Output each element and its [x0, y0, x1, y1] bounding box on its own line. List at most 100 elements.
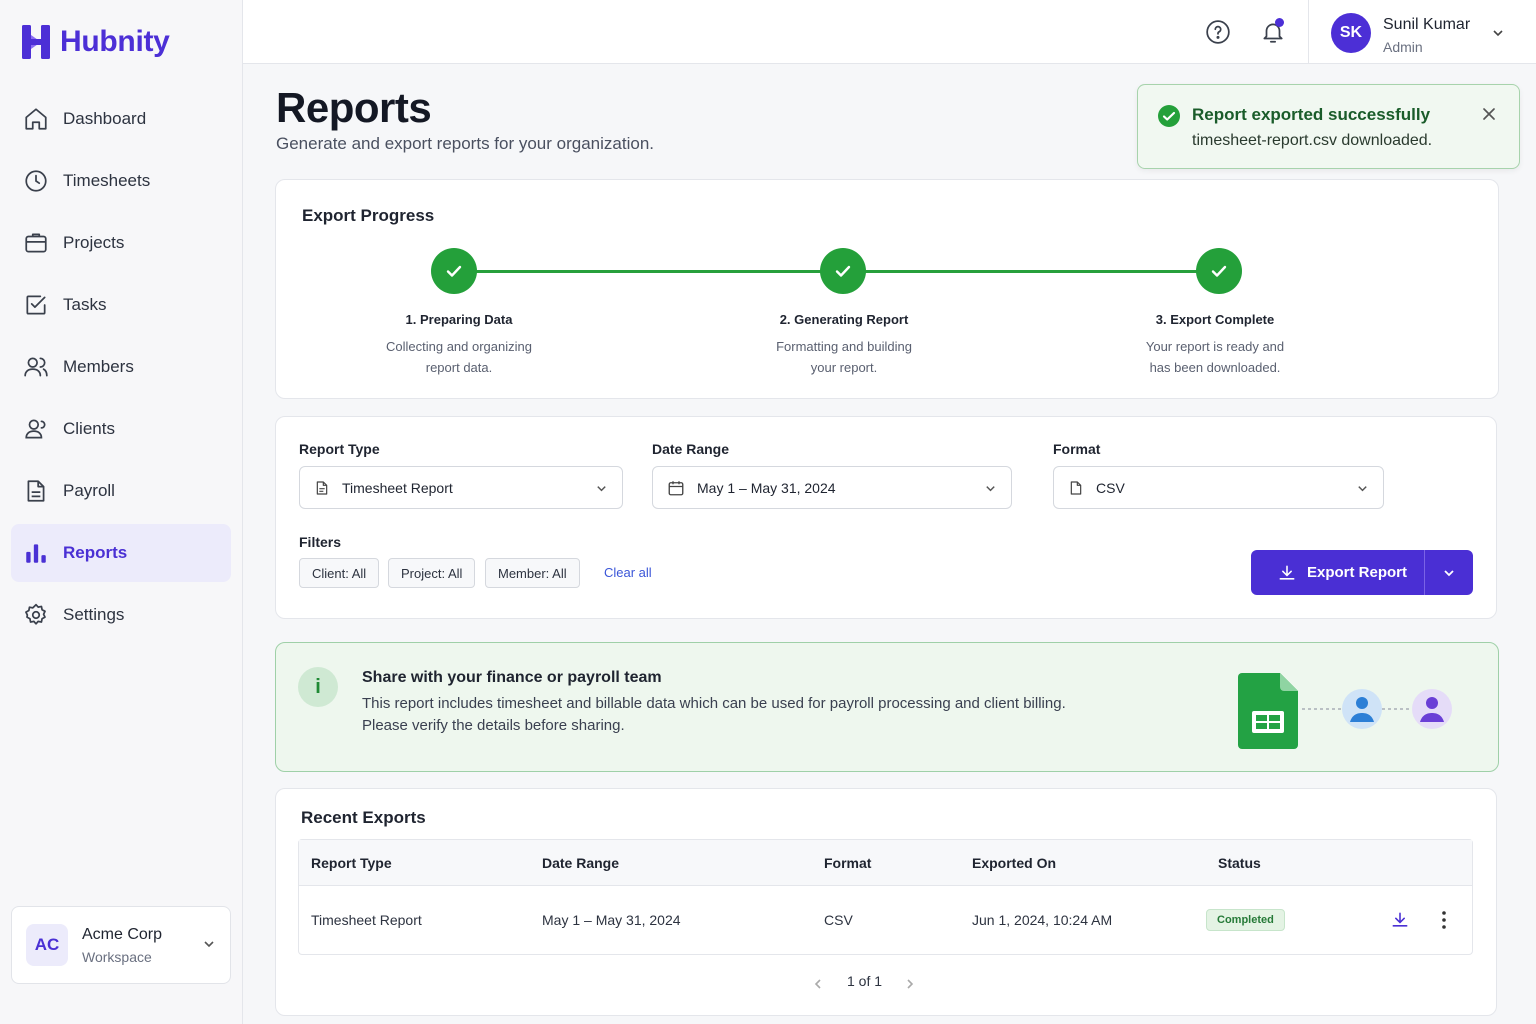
report-options-card: Report Type Timesheet Report Date Range …	[275, 416, 1497, 619]
step-complete-indicator	[1196, 248, 1242, 294]
table-row[interactable]: Timesheet Report May 1 – May 31, 2024 CS…	[299, 886, 1472, 954]
sidebar-item-timesheets[interactable]: Timesheets	[11, 152, 231, 210]
date-range-label: Date Range	[652, 441, 730, 457]
chevron-down-icon	[204, 941, 214, 948]
cell-date-range: May 1 – May 31, 2024	[542, 912, 681, 928]
filter-chip-client[interactable]: Client: All	[299, 558, 380, 588]
report-type-select[interactable]: Timesheet Report	[299, 466, 623, 509]
step-description-line: has been downloaded.	[1149, 360, 1281, 375]
check-circle-icon	[1158, 105, 1180, 127]
brand-name: Hubnity	[60, 25, 170, 58]
sidebar-item-reports[interactable]: Reports	[11, 524, 231, 582]
recent-exports-card: Recent Exports Report Type Date Range Fo…	[275, 788, 1497, 1016]
cell-format: CSV	[824, 912, 853, 928]
user-name[interactable]: Sunil Kumar	[1383, 16, 1470, 34]
column-header[interactable]: Format	[824, 840, 871, 885]
column-header[interactable]: Date Range	[542, 840, 619, 885]
page-subtitle: Generate and export reports for your org…	[276, 134, 654, 153]
sidebar-item-tasks[interactable]: Tasks	[11, 276, 231, 334]
workspace-type: Workspace	[82, 948, 152, 965]
recent-exports-title: Recent Exports	[301, 808, 426, 827]
sidebar-item-label: Clients	[63, 419, 115, 438]
more-vertical-icon	[1442, 911, 1446, 929]
filter-chip-member[interactable]: Member: All	[485, 558, 580, 588]
sidebar-item-label: Dashboard	[63, 109, 147, 128]
help-icon[interactable]	[1205, 19, 1231, 45]
step-description-line: your report.	[810, 360, 878, 375]
sidebar-item-settings[interactable]: Settings	[11, 586, 231, 644]
step-description-line: Collecting and organizing	[386, 339, 532, 354]
export-report-button[interactable]: Export Report	[1251, 550, 1424, 595]
info-icon: i	[298, 667, 338, 707]
toast-message: timesheet-report.csv downloaded.	[1192, 132, 1433, 149]
step-label: 3. Export Complete	[1155, 312, 1275, 327]
step-label: 2. Generating Report	[779, 312, 909, 327]
workspace-avatar: AC	[26, 924, 68, 966]
download-icon	[1279, 565, 1295, 580]
progress-connector	[864, 270, 1218, 273]
users-icon	[24, 357, 48, 377]
clock-icon	[25, 170, 47, 192]
step-description: Collecting and organizing report data.	[359, 336, 559, 378]
brand-logo[interactable]: Hubnity	[22, 25, 170, 59]
format-select[interactable]: CSV	[1053, 466, 1384, 509]
chevron-down-icon[interactable]	[1491, 26, 1505, 40]
document-icon	[316, 480, 328, 495]
sidebar-item-label: Members	[63, 357, 134, 376]
file-icon	[1070, 480, 1082, 495]
column-header[interactable]: Status	[1218, 840, 1261, 885]
export-report-label: Export Report	[1307, 564, 1408, 581]
sidebar-item-payroll[interactable]: Payroll	[11, 462, 231, 520]
status-badge: Completed	[1206, 909, 1285, 931]
column-header[interactable]: Report Type	[311, 840, 392, 885]
export-options-button[interactable]	[1425, 550, 1473, 595]
step-description-line: Your report is ready and	[1145, 339, 1285, 354]
page-title: Reports	[276, 84, 432, 131]
workspace-switcher[interactable]: AC Acme Corp Workspace	[11, 906, 231, 984]
step-label: 1. Preparing Data	[405, 312, 513, 327]
chevron-right-icon[interactable]	[903, 977, 917, 991]
clear-filters-link[interactable]: Clear all	[604, 565, 652, 580]
step-description-line: Formatting and building	[776, 339, 912, 354]
chevron-left-icon[interactable]	[811, 977, 825, 991]
row-download-button[interactable]	[1390, 886, 1410, 954]
user-avatar[interactable]: SK	[1331, 13, 1371, 53]
column-header[interactable]: Exported On	[972, 840, 1056, 885]
checkbox-icon	[26, 295, 46, 315]
share-flow-illustration	[1302, 689, 1452, 729]
notification-badge	[1275, 18, 1284, 27]
sidebar-item-clients[interactable]: Clients	[11, 400, 231, 458]
sidebar-item-projects[interactable]: Projects	[11, 214, 231, 272]
success-toast: Report exported successfully timesheet-r…	[1137, 84, 1520, 169]
download-icon	[1392, 912, 1408, 927]
filter-chip-project[interactable]: Project: All	[388, 558, 476, 588]
cell-exported-on: Jun 1, 2024, 10:24 AM	[972, 912, 1113, 928]
export-progress-card: Export Progress 1. Preparing Data Collec…	[275, 179, 1499, 399]
sidebar-item-members[interactable]: Members	[11, 338, 231, 396]
export-report-button-group: Export Report	[1251, 550, 1473, 595]
progress-title: Export Progress	[302, 206, 435, 225]
date-range-select[interactable]: May 1 – May 31, 2024	[652, 466, 1012, 509]
sidebar-nav: Dashboard Timesheets Projects Tasks Memb…	[11, 90, 231, 648]
user-group-icon	[25, 419, 46, 439]
divider	[1308, 0, 1309, 64]
share-info-banner: i Share with your finance or payroll tea…	[275, 642, 1499, 772]
report-type-label: Report Type	[299, 441, 380, 457]
format-label: Format	[1053, 441, 1101, 457]
step-description-line: report data.	[425, 360, 493, 375]
toast-title: Report exported successfully	[1192, 105, 1431, 124]
info-line: This report includes timesheet and billa…	[362, 695, 1066, 712]
report-type-value: Timesheet Report	[342, 479, 453, 496]
sidebar-item-dashboard[interactable]: Dashboard	[11, 90, 231, 148]
cell-status: Completed	[1206, 886, 1285, 954]
close-icon[interactable]	[1481, 106, 1497, 122]
step-description: Your report is ready and has been downlo…	[1115, 336, 1315, 378]
briefcase-icon	[25, 233, 47, 253]
sheets-file-icon	[1238, 673, 1298, 749]
step-complete-indicator	[431, 248, 477, 294]
step-description: Formatting and building your report.	[744, 336, 944, 378]
chevron-down-icon	[1358, 486, 1367, 492]
table-header: Report Type Date Range Format Exported O…	[299, 840, 1472, 886]
row-more-button[interactable]	[1437, 886, 1451, 954]
date-range-value: May 1 – May 31, 2024	[697, 479, 836, 496]
